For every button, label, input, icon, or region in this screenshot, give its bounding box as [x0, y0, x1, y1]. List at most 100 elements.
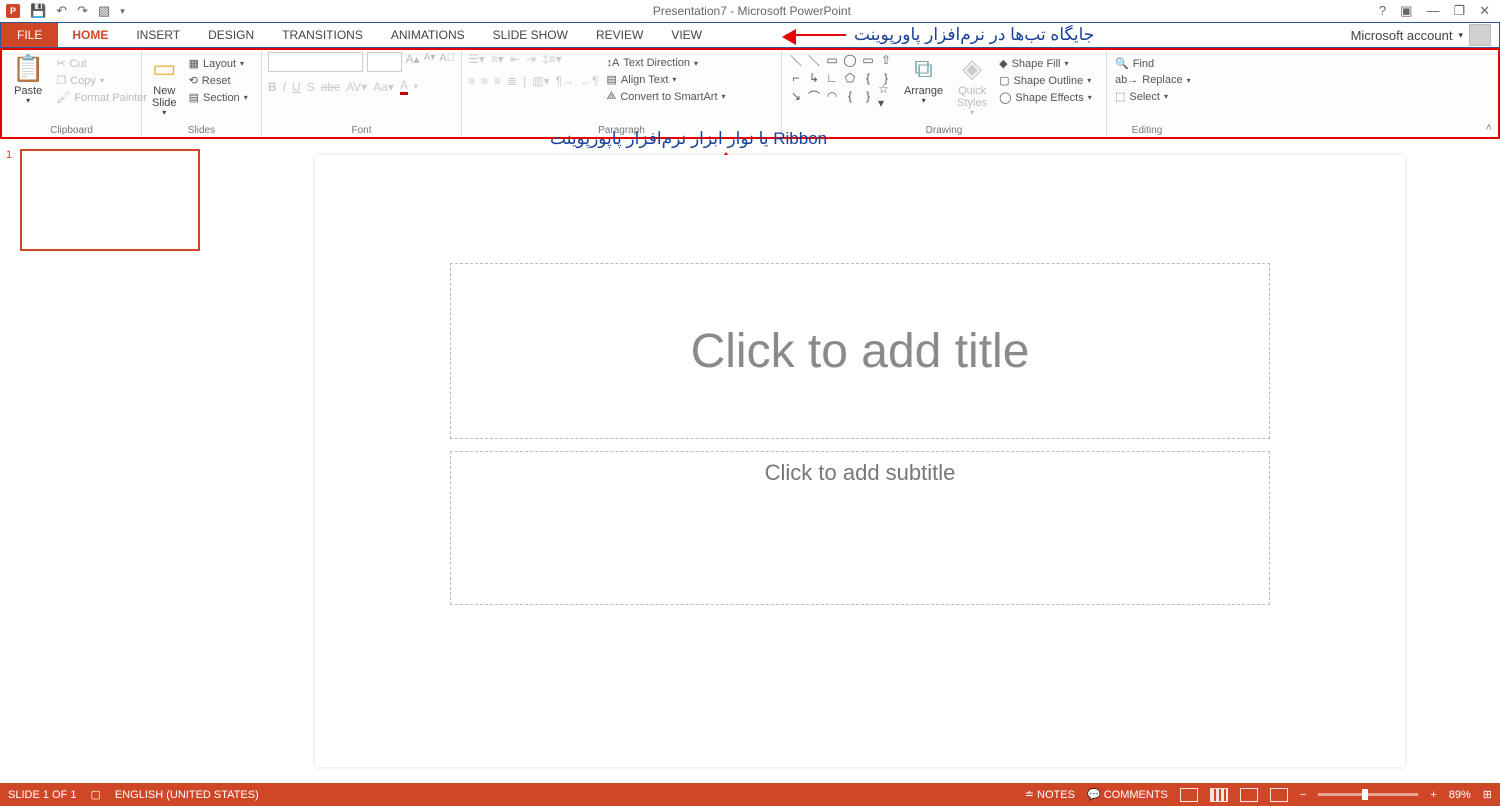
increase-indent-button[interactable]: ⇥ — [526, 52, 536, 66]
font-color-button[interactable]: A — [400, 78, 408, 95]
replace-button[interactable]: ab→Replace▾ — [1113, 73, 1193, 87]
notes-button[interactable]: ≐ NOTES — [1025, 788, 1075, 801]
shape-fill-button[interactable]: ◆Shape Fill▾ — [997, 56, 1094, 71]
text-direction-button[interactable]: ↕AText Direction▾ — [605, 56, 728, 70]
comments-button[interactable]: 💬 COMMENTS — [1087, 788, 1168, 801]
group-editing: 🔍Find ab→Replace▾ ⬚Select▾ Editing — [1107, 50, 1187, 137]
align-right-button[interactable]: ≡ — [494, 74, 501, 88]
tab-animations[interactable]: ANIMATIONS — [377, 23, 479, 47]
tab-insert[interactable]: INSERT — [122, 23, 194, 47]
account-label: Microsoft account — [1351, 28, 1453, 43]
tab-slideshow[interactable]: SLIDE SHOW — [479, 23, 582, 47]
fill-icon: ◆ — [999, 57, 1007, 70]
shrink-font-icon[interactable]: A▾ — [424, 52, 436, 72]
proof-icon[interactable]: ▢ — [90, 788, 100, 801]
underline-button[interactable]: U — [292, 80, 301, 94]
ltr-button[interactable]: ¶→ — [556, 74, 574, 88]
copy-button[interactable]: ❐Copy▾ — [54, 73, 149, 88]
restore-icon[interactable]: ❐ — [1453, 3, 1465, 19]
tab-design[interactable]: DESIGN — [194, 23, 268, 47]
subtitle-placeholder[interactable]: Click to add subtitle — [450, 451, 1270, 605]
align-text-button[interactable]: ▤Align Text▾ — [605, 72, 728, 87]
shapes-gallery[interactable]: ＼＼▭◯▭⇧ ⌐↳∟⬠{} ↘⌒◠{}☆ ▾ — [788, 52, 894, 104]
line-spacing-button[interactable]: ‡≡▾ — [542, 52, 562, 66]
title-placeholder[interactable]: Click to add title — [450, 263, 1270, 439]
numbering-button[interactable]: ≡▾ — [491, 52, 504, 66]
group-clipboard: 📋 Paste ▾ ✂Cut ❐Copy▾ 🖌Format Painter Cl… — [2, 50, 142, 137]
copy-icon: ❐ — [56, 74, 66, 87]
reading-view-button[interactable] — [1240, 788, 1258, 802]
justify-button[interactable]: ≣ — [507, 74, 517, 88]
group-font: A▴ A▾ A⃠ B I U S abc AV▾ Aa▾ A▾ Font — [262, 50, 462, 137]
zoom-slider[interactable] — [1318, 793, 1418, 796]
columns-button[interactable]: ▥▾ — [532, 74, 549, 88]
undo-icon[interactable]: ↶ — [56, 3, 67, 19]
font-name-input[interactable] — [268, 52, 363, 72]
save-icon[interactable]: 💾 — [30, 3, 46, 19]
slide-panel[interactable]: 1 — [0, 139, 220, 783]
slide-canvas: Ribbon یا نوار ابزار نرم‌افزار پاپورپوین… — [220, 139, 1500, 783]
bold-button[interactable]: B — [268, 80, 277, 94]
redo-icon[interactable]: ↷ — [77, 3, 88, 19]
tab-transitions[interactable]: TRANSITIONS — [268, 23, 377, 47]
bullets-button[interactable]: ☰▾ — [468, 52, 485, 66]
chevron-down-icon: ▾ — [1458, 30, 1463, 41]
minimize-icon[interactable]: — — [1426, 3, 1439, 19]
annotation-tabs-text: جایگاه تب‌ها در نرم‌افزار پاورپوینت — [854, 25, 1094, 45]
rtl-button[interactable]: ←¶ — [580, 74, 598, 88]
ribbon-display-icon[interactable]: ▣ — [1400, 3, 1412, 19]
clear-format-icon[interactable]: A⃠ — [439, 52, 455, 72]
slide[interactable]: Click to add title Click to add subtitle — [315, 155, 1405, 767]
fit-window-button[interactable]: ⊞ — [1483, 788, 1492, 801]
paste-button[interactable]: 📋 Paste ▾ — [8, 52, 48, 107]
font-size-input[interactable] — [367, 52, 402, 72]
new-slide-button[interactable]: ▭ New Slide ▾ — [148, 52, 181, 120]
help-icon[interactable]: ? — [1379, 3, 1386, 19]
account-area[interactable]: Microsoft account ▾ — [1351, 23, 1499, 47]
quick-access-toolbar: P 💾 ↶ ↷ ▧ ▾ — [0, 3, 125, 19]
arrange-button[interactable]: ⧉Arrange▾ — [900, 52, 947, 107]
decrease-indent-button[interactable]: ⇤ — [510, 52, 520, 66]
zoom-in-button[interactable]: + — [1430, 789, 1436, 801]
find-button[interactable]: 🔍Find — [1113, 56, 1193, 71]
section-button[interactable]: ▤Section▾ — [187, 90, 250, 105]
slideshow-view-button[interactable] — [1270, 788, 1288, 802]
select-button[interactable]: ⬚Select▾ — [1113, 89, 1193, 104]
quick-styles-button[interactable]: ◈Quick Styles▾ — [953, 52, 991, 120]
paste-icon: 📋 — [12, 54, 44, 83]
select-icon: ⬚ — [1115, 90, 1125, 103]
zoom-out-button[interactable]: − — [1300, 789, 1306, 801]
start-show-icon[interactable]: ▧ — [98, 3, 110, 19]
slide-thumbnail[interactable] — [20, 149, 200, 251]
shadow-button[interactable]: S — [307, 80, 315, 94]
case-button[interactable]: Aa▾ — [373, 80, 394, 94]
sorter-view-button[interactable] — [1210, 788, 1228, 802]
app-icon: P — [6, 4, 20, 18]
workspace: 1 Ribbon یا نوار ابزار نرم‌افزار پاپورپو… — [0, 139, 1500, 783]
tab-file[interactable]: FILE — [1, 23, 58, 47]
italic-button[interactable]: I — [283, 80, 286, 94]
group-slides: ▭ New Slide ▾ ▦Layout▾ ⟲Reset ▤Section▾ … — [142, 50, 262, 137]
language-indicator[interactable]: ENGLISH (UNITED STATES) — [115, 789, 259, 801]
shape-outline-button[interactable]: ▢Shape Outline▾ — [997, 73, 1094, 88]
cut-button[interactable]: ✂Cut — [54, 56, 149, 71]
tab-review[interactable]: REVIEW — [582, 23, 657, 47]
format-painter-button[interactable]: 🖌Format Painter — [54, 90, 149, 105]
strike-button[interactable]: abc — [321, 80, 340, 94]
layout-button[interactable]: ▦Layout▾ — [187, 56, 250, 71]
close-icon[interactable]: ✕ — [1479, 3, 1490, 19]
ribbon: 📋 Paste ▾ ✂Cut ❐Copy▾ 🖌Format Painter Cl… — [0, 48, 1500, 139]
slide-indicator[interactable]: SLIDE 1 OF 1 — [8, 789, 76, 801]
tab-home[interactable]: HOME — [58, 23, 122, 47]
collapse-ribbon-icon[interactable]: ˄ — [1486, 122, 1492, 134]
shape-effects-button[interactable]: ◯Shape Effects▾ — [997, 90, 1094, 105]
zoom-level[interactable]: 89% — [1449, 789, 1471, 801]
align-center-button[interactable]: ≡ — [481, 74, 488, 88]
smartart-button[interactable]: ⟁Convert to SmartArt▾ — [605, 89, 728, 104]
reset-button[interactable]: ⟲Reset — [187, 73, 250, 88]
align-left-button[interactable]: ≡ — [468, 74, 475, 88]
tab-view[interactable]: VIEW — [657, 23, 716, 47]
spacing-button[interactable]: AV▾ — [346, 80, 367, 94]
grow-font-icon[interactable]: A▴ — [406, 52, 420, 72]
normal-view-button[interactable] — [1180, 788, 1198, 802]
